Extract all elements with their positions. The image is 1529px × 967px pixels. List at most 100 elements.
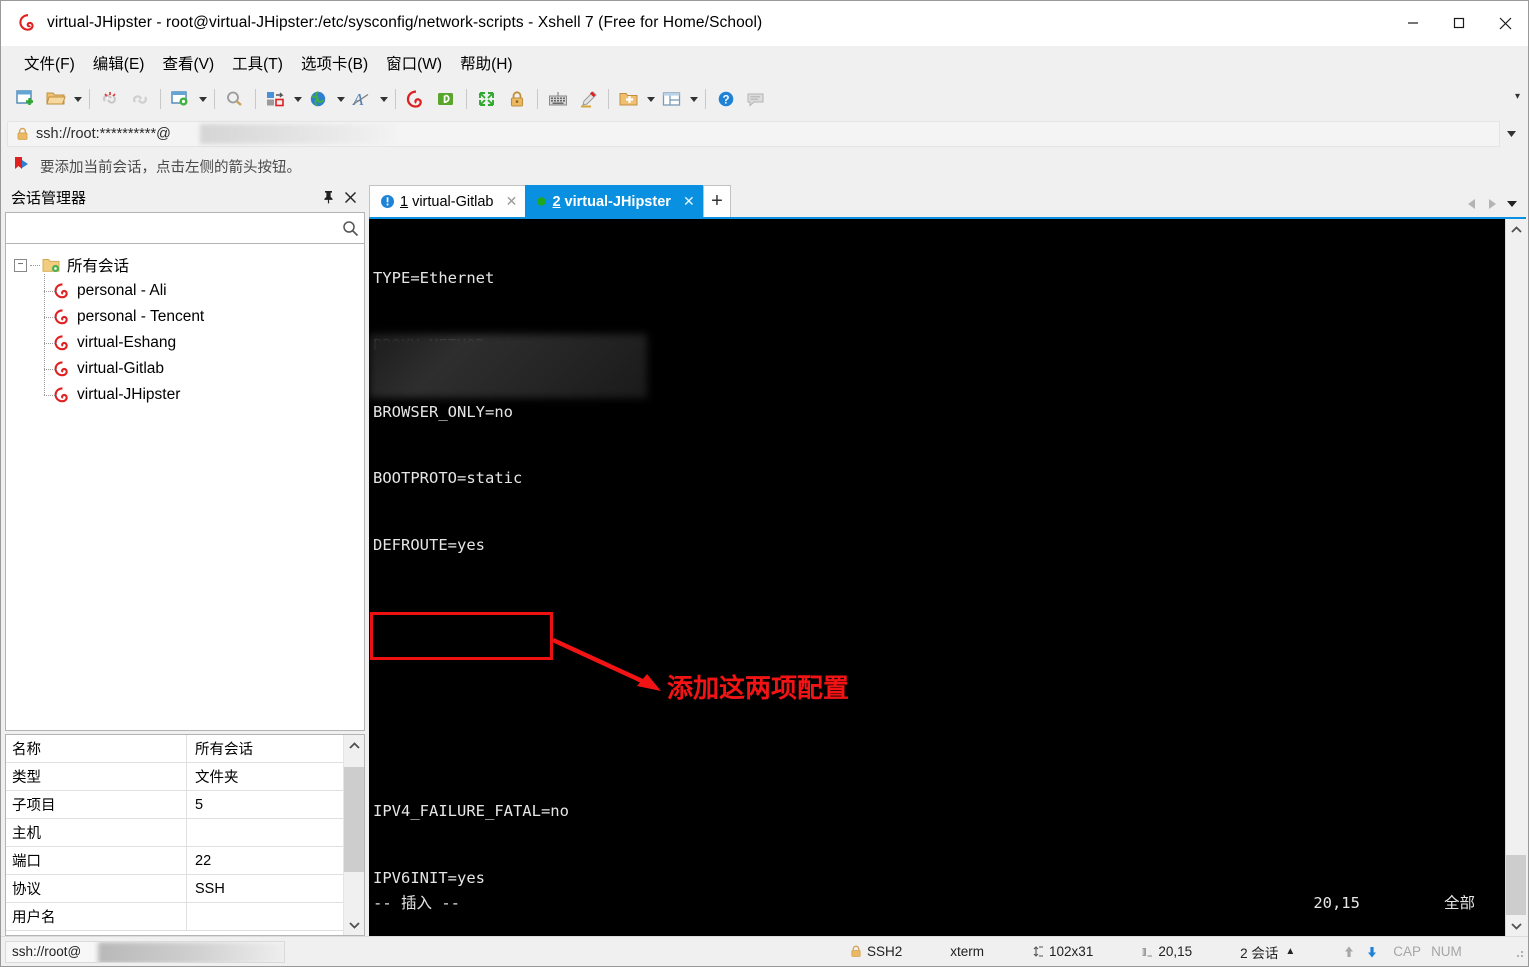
terminal-redacted-block <box>369 334 647 398</box>
chevron-up-icon[interactable] <box>344 735 364 756</box>
session-properties-table: 名称 所有会话 类型 文件夹 子项目 5 主机 端口 22 协议 SSH 用户名 <box>5 734 365 936</box>
menu-file[interactable]: 文件(F) <box>15 48 84 78</box>
session-item-personal-ali[interactable]: personal - Ali <box>36 278 364 304</box>
close-icon[interactable] <box>339 186 361 208</box>
address-dropdown-icon[interactable] <box>1500 131 1522 137</box>
open-folder-dropdown-icon[interactable] <box>71 85 84 113</box>
status-redacted-host <box>98 941 284 962</box>
terminal-line-redacted <box>373 734 1505 756</box>
connected-dot-icon <box>536 196 547 207</box>
search-icon[interactable] <box>336 220 364 237</box>
highlight-icon[interactable] <box>573 85 603 113</box>
chevron-left-icon[interactable] <box>1462 191 1482 217</box>
help-icon[interactable]: ? <box>711 85 741 113</box>
status-sessions-arrow-icon[interactable]: ▲ <box>1285 946 1295 957</box>
session-item-virtual-gitlab[interactable]: virtual-Gitlab <box>36 356 364 382</box>
address-value: ssh://root:**********@ <box>36 126 171 142</box>
terminal-scroll-thumb[interactable] <box>1506 855 1526 915</box>
menu-tools[interactable]: 工具(T) <box>223 48 292 78</box>
tree-root-label: 所有会话 <box>67 258 130 275</box>
maximize-button[interactable] <box>1436 1 1482 46</box>
open-folder-icon[interactable] <box>41 85 71 113</box>
tab-close-icon[interactable]: ✕ <box>681 193 697 210</box>
chevron-up-icon[interactable] <box>1506 219 1526 240</box>
tab-virtual-jhipster[interactable]: 2 virtual-JHipster ✕ <box>525 185 704 217</box>
session-item-virtual-jhipster[interactable]: virtual-JHipster <box>36 382 364 408</box>
chevron-down-icon[interactable] <box>1506 915 1526 936</box>
menu-tabs[interactable]: 选项卡(B) <box>292 48 377 78</box>
keyboard-icon[interactable] <box>543 85 573 113</box>
tree-expander[interactable]: − <box>14 258 27 272</box>
file-transfer-dropdown-icon[interactable] <box>291 85 304 113</box>
close-button[interactable] <box>1482 1 1528 46</box>
toolbar-overflow-icon[interactable]: ▾ <box>1515 91 1520 102</box>
layout-dropdown-icon[interactable] <box>687 85 700 113</box>
menu-view[interactable]: 查看(V) <box>153 48 223 78</box>
property-value <box>187 903 343 930</box>
xftp-icon[interactable] <box>431 85 461 113</box>
session-properties-dropdown-icon[interactable] <box>196 85 209 113</box>
resize-grip[interactable] <box>1511 945 1525 959</box>
new-session-icon[interactable] <box>11 85 41 113</box>
disconnect-icon[interactable] <box>95 85 125 113</box>
layout-icon[interactable] <box>657 85 687 113</box>
status-protocol-label: SSH2 <box>867 944 903 959</box>
web-browser-icon[interactable] <box>304 85 334 113</box>
comment-icon[interactable] <box>741 85 771 113</box>
session-manager-panel: 会话管理器 − 所有会话 personal - Ali personal - T… <box>3 182 367 936</box>
tab-virtual-gitlab[interactable]: 1 virtual-Gitlab ✕ <box>369 185 527 217</box>
new-folder-icon[interactable] <box>614 85 644 113</box>
properties-scroll-thumb[interactable] <box>344 767 364 872</box>
svg-text:A: A <box>352 90 364 109</box>
toolbar-separator <box>705 89 706 109</box>
status-cursor[interactable]: 20,15 <box>1136 941 1197 963</box>
menu-edit[interactable]: 编辑(E) <box>84 48 154 78</box>
xshell-icon[interactable] <box>401 85 431 113</box>
pin-icon[interactable] <box>317 186 339 208</box>
status-sessions[interactable]: 2 会话 ▲ <box>1235 941 1300 963</box>
properties-scrollbar[interactable] <box>343 735 364 935</box>
new-tab-button[interactable]: + <box>702 185 731 217</box>
menu-window[interactable]: 窗口(W) <box>377 48 451 78</box>
new-folder-dropdown-icon[interactable] <box>644 85 657 113</box>
properties-scroll-track[interactable] <box>344 756 364 914</box>
terminal-scroll-track[interactable] <box>1506 240 1526 915</box>
status-size[interactable]: 102x31 <box>1027 941 1098 963</box>
lock-icon[interactable] <box>502 85 532 113</box>
terminal-output[interactable]: TYPE=Ethernet PROXY_METHOD=none BROWSER_… <box>369 219 1505 936</box>
chevron-right-icon[interactable] <box>1482 191 1502 217</box>
font-dropdown-icon[interactable] <box>377 85 390 113</box>
xshell-window: virtual-JHipster - root@virtual-JHipster… <box>0 0 1529 967</box>
tree-root-all-sessions[interactable]: − 所有会话 <box>6 252 364 278</box>
tab-close-icon[interactable]: ✕ <box>503 193 519 210</box>
toolbar-separator <box>395 89 396 109</box>
find-icon[interactable] <box>220 85 250 113</box>
address-input[interactable]: ssh://root:**********@ <box>7 121 1500 147</box>
status-protocol[interactable]: SSH2 <box>845 941 907 963</box>
session-item-personal-tencent[interactable]: personal - Tencent <box>36 304 364 330</box>
menu-help[interactable]: 帮助(H) <box>451 48 522 78</box>
folder-sessions-icon <box>42 257 62 274</box>
terminal-wrapper: TYPE=Ethernet PROXY_METHOD=none BROWSER_… <box>369 217 1526 936</box>
main-area: 会话管理器 − 所有会话 personal - Ali personal - T… <box>1 182 1528 936</box>
toolbar-separator <box>255 89 256 109</box>
file-transfer-icon[interactable] <box>261 85 291 113</box>
web-browser-dropdown-icon[interactable] <box>334 85 347 113</box>
reconnect-icon[interactable] <box>125 85 155 113</box>
terminal-scrollbar[interactable] <box>1505 219 1526 936</box>
svg-text:?: ? <box>722 95 729 107</box>
status-terminal-type[interactable]: xterm <box>945 941 989 963</box>
search-input[interactable] <box>6 214 336 242</box>
fullscreen-icon[interactable] <box>472 85 502 113</box>
status-connection-text: ssh://root@ <box>12 944 82 959</box>
session-properties-icon[interactable] <box>166 85 196 113</box>
chevron-down-icon[interactable] <box>344 914 364 935</box>
font-icon[interactable]: A <box>347 85 377 113</box>
tab-list-dropdown-icon[interactable] <box>1502 191 1522 217</box>
terminal-line-redacted <box>373 600 1505 622</box>
session-item-virtual-eshang[interactable]: virtual-Eshang <box>36 330 364 356</box>
property-key: 名称 <box>6 735 187 762</box>
annotation-text: 添加这两项配置 <box>667 674 850 704</box>
tab-label: virtual-JHipster <box>564 193 671 210</box>
minimize-button[interactable] <box>1390 1 1436 46</box>
